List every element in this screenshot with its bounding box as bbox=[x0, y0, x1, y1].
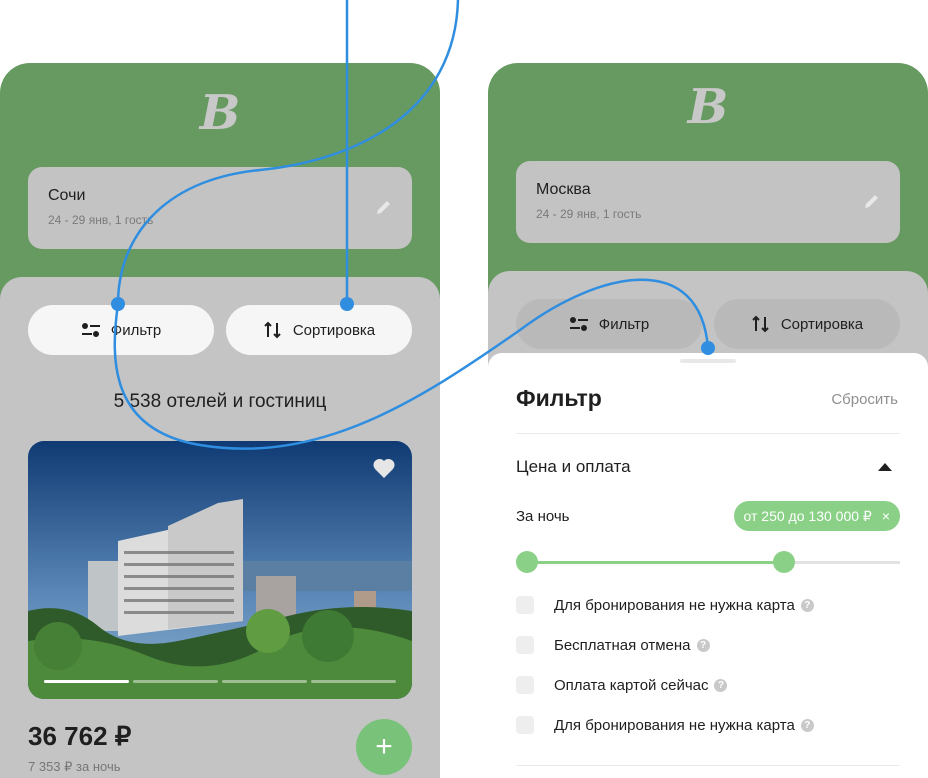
connector-dot bbox=[111, 297, 125, 311]
flow-line-filter-panel bbox=[113, 278, 710, 450]
flow-line-filter bbox=[116, 0, 460, 305]
connector-dot bbox=[701, 341, 715, 355]
connector-dot bbox=[340, 297, 354, 311]
flow-annotation-lines bbox=[111, 0, 715, 450]
